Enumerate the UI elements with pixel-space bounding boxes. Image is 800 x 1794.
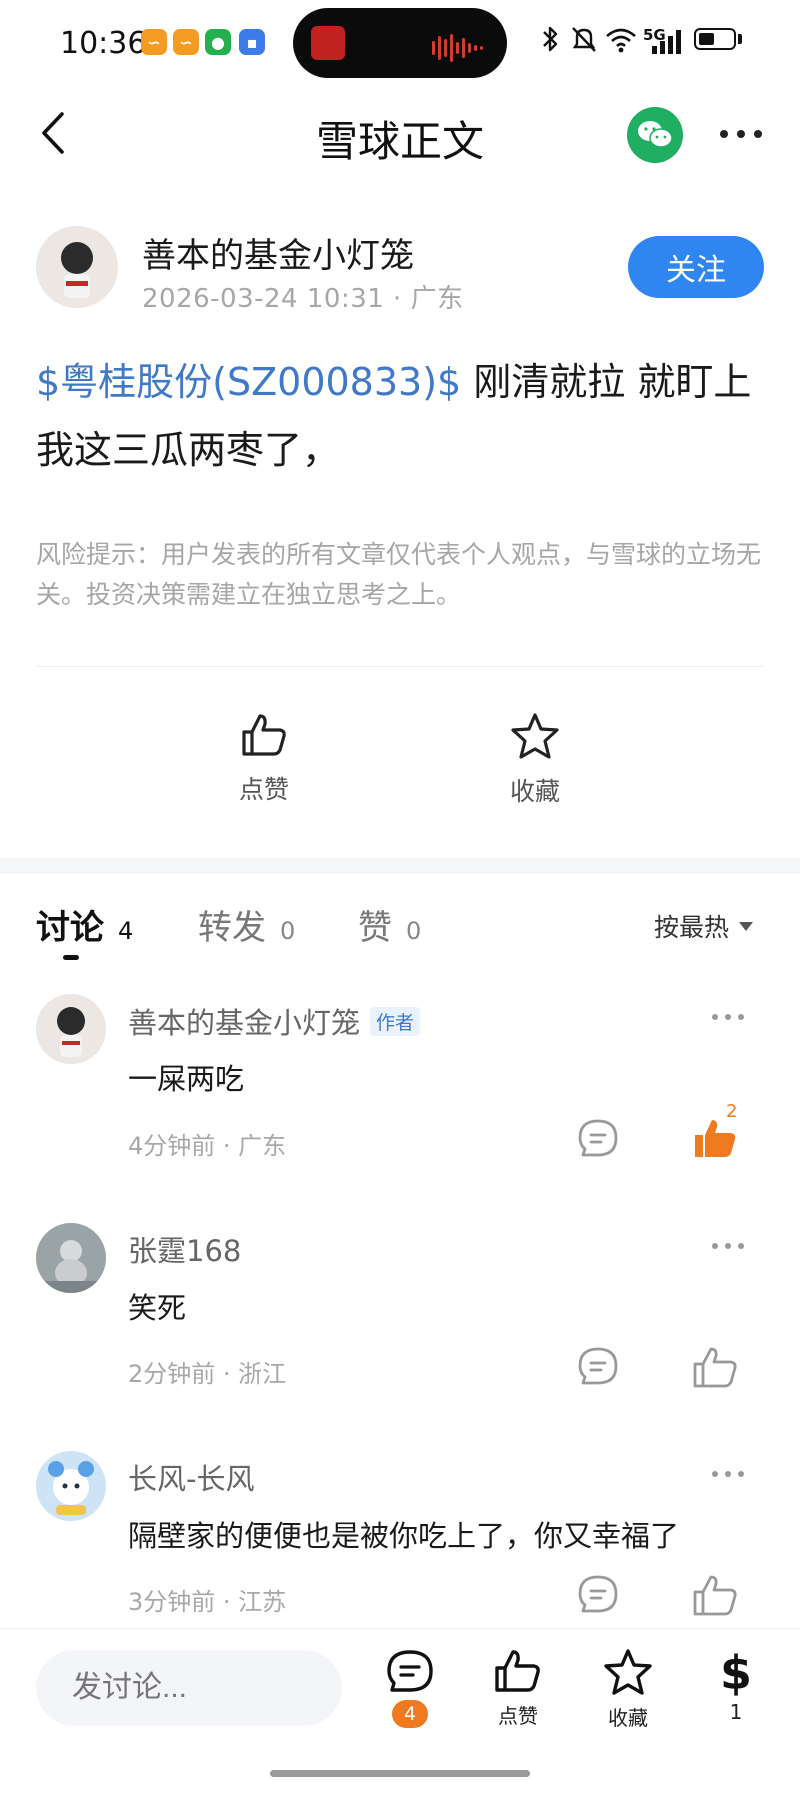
status-time: 10:36 <box>60 26 147 61</box>
commenter-avatar[interactable] <box>36 1223 106 1293</box>
reward-count: 1 <box>729 1700 743 1724</box>
battery-icon <box>694 28 736 50</box>
comment-more-button[interactable] <box>712 1014 744 1020</box>
dynamic-island[interactable] <box>293 8 507 78</box>
comment-meta: 4分钟前 · 广东 <box>128 1132 287 1160</box>
thumbs-up-icon <box>242 714 286 756</box>
post-meta: 2026-03-24 10:31 · 广东 <box>142 284 464 314</box>
comment-meta: 2分钟前 · 浙江 <box>128 1360 287 1388</box>
divider <box>36 666 764 667</box>
thumbs-up-icon <box>495 1650 540 1692</box>
signal-5g-icon <box>652 30 684 62</box>
wechat-share-button[interactable] <box>627 107 683 163</box>
comment-text: 笑死 <box>128 1291 187 1325</box>
home-indicator[interactable] <box>270 1770 530 1777</box>
commenter-avatar[interactable] <box>36 1451 106 1521</box>
favorite-button[interactable]: 收藏 <box>475 712 595 808</box>
like-label: 点赞 <box>238 775 289 804</box>
tab-active-indicator <box>63 955 79 960</box>
comment-like-button[interactable] <box>692 1116 738 1164</box>
discussion-input[interactable] <box>36 1650 342 1726</box>
comment-more-button[interactable] <box>712 1471 744 1477</box>
dollar-icon: $ <box>719 1646 752 1700</box>
reply-button[interactable] <box>577 1118 619 1164</box>
tab-discussion[interactable]: 讨论 4 <box>36 900 133 949</box>
thumbs-up-icon <box>693 1575 737 1616</box>
comment-count-badge: 4 <box>392 1700 428 1728</box>
commenter-avatar[interactable] <box>36 994 106 1064</box>
comment-bubble-icon <box>387 1650 433 1692</box>
bottom-like-label: 点赞 <box>498 1704 538 1728</box>
author-name[interactable]: 善本的基金小灯笼 <box>142 228 414 277</box>
comment-meta: 3分钟前 · 江苏 <box>128 1588 287 1616</box>
comment-like-button[interactable] <box>692 1573 738 1621</box>
wechat-icon: ● <box>205 29 231 55</box>
reply-button[interactable] <box>577 1346 619 1392</box>
wifi-icon <box>604 24 638 60</box>
mute-icon <box>570 24 598 60</box>
bottom-like-button[interactable]: 点赞 <box>478 1648 558 1729</box>
comment-author[interactable]: 长风-长风 <box>128 1456 254 1498</box>
wechat-icon <box>638 121 673 148</box>
author-avatar[interactable] <box>36 226 118 308</box>
bluetooth-icon <box>540 24 560 60</box>
tab-repost[interactable]: 转发 0 <box>198 900 295 949</box>
comments-button[interactable] <box>370 1648 450 1700</box>
triangle-down-icon <box>739 921 754 931</box>
risk-notice: 风险提示：用户发表的所有文章仅代表个人观点，与雪球的立场无关。投资决策需建立在独… <box>36 540 762 609</box>
like-button[interactable]: 点赞 <box>204 712 324 806</box>
comment-more-button[interactable] <box>712 1243 744 1249</box>
bottom-favorite-button[interactable]: 收藏 <box>588 1648 668 1731</box>
comment-author[interactable]: 张霆168 <box>128 1228 241 1270</box>
bottom-favorite-label: 收藏 <box>608 1706 648 1730</box>
comment-text: 一屎两吃 <box>128 1062 245 1096</box>
star-icon <box>511 713 559 759</box>
comment-like-button[interactable] <box>692 1345 738 1393</box>
follow-button[interactable]: 关注 <box>628 236 764 298</box>
comment-author[interactable]: 善本的基金小灯笼 作者 <box>128 1000 421 1042</box>
app-orange-icon: ∽ <box>173 29 199 55</box>
comment-text: 隔壁家的便便也是被你吃上了，你又幸福了 <box>128 1519 680 1553</box>
reply-bubble-icon <box>578 1119 618 1157</box>
app-orange-icon: ∽ <box>141 29 167 55</box>
sort-label: 按最热 <box>654 913 730 942</box>
section-separator <box>0 858 800 874</box>
reply-bubble-icon <box>578 1575 618 1613</box>
app-blue-icon: ▪ <box>239 29 265 55</box>
sort-dropdown[interactable]: 按最热 <box>654 908 754 944</box>
stock-tag-link[interactable]: $粤桂股份(SZ000833)$ <box>36 360 461 404</box>
post-body: $粤桂股份(SZ000833)$ 刚清就拉 就盯上我这三瓜两枣了， <box>36 348 766 484</box>
like-count: 2 <box>726 1101 738 1122</box>
audio-wave-icon <box>432 34 483 62</box>
reply-button[interactable] <box>577 1574 619 1620</box>
reward-button[interactable]: $ 1 <box>696 1648 776 1724</box>
thumbs-up-filled-icon <box>695 1120 736 1157</box>
favorite-label: 收藏 <box>509 777 560 806</box>
media-thumbnail <box>311 26 345 60</box>
star-icon <box>604 1649 652 1695</box>
author-tag: 作者 <box>370 1007 421 1036</box>
more-options-button[interactable] <box>720 130 762 138</box>
tab-likes[interactable]: 赞0 <box>358 900 421 949</box>
reply-bubble-icon <box>578 1347 618 1385</box>
thumbs-up-icon <box>693 1347 737 1388</box>
